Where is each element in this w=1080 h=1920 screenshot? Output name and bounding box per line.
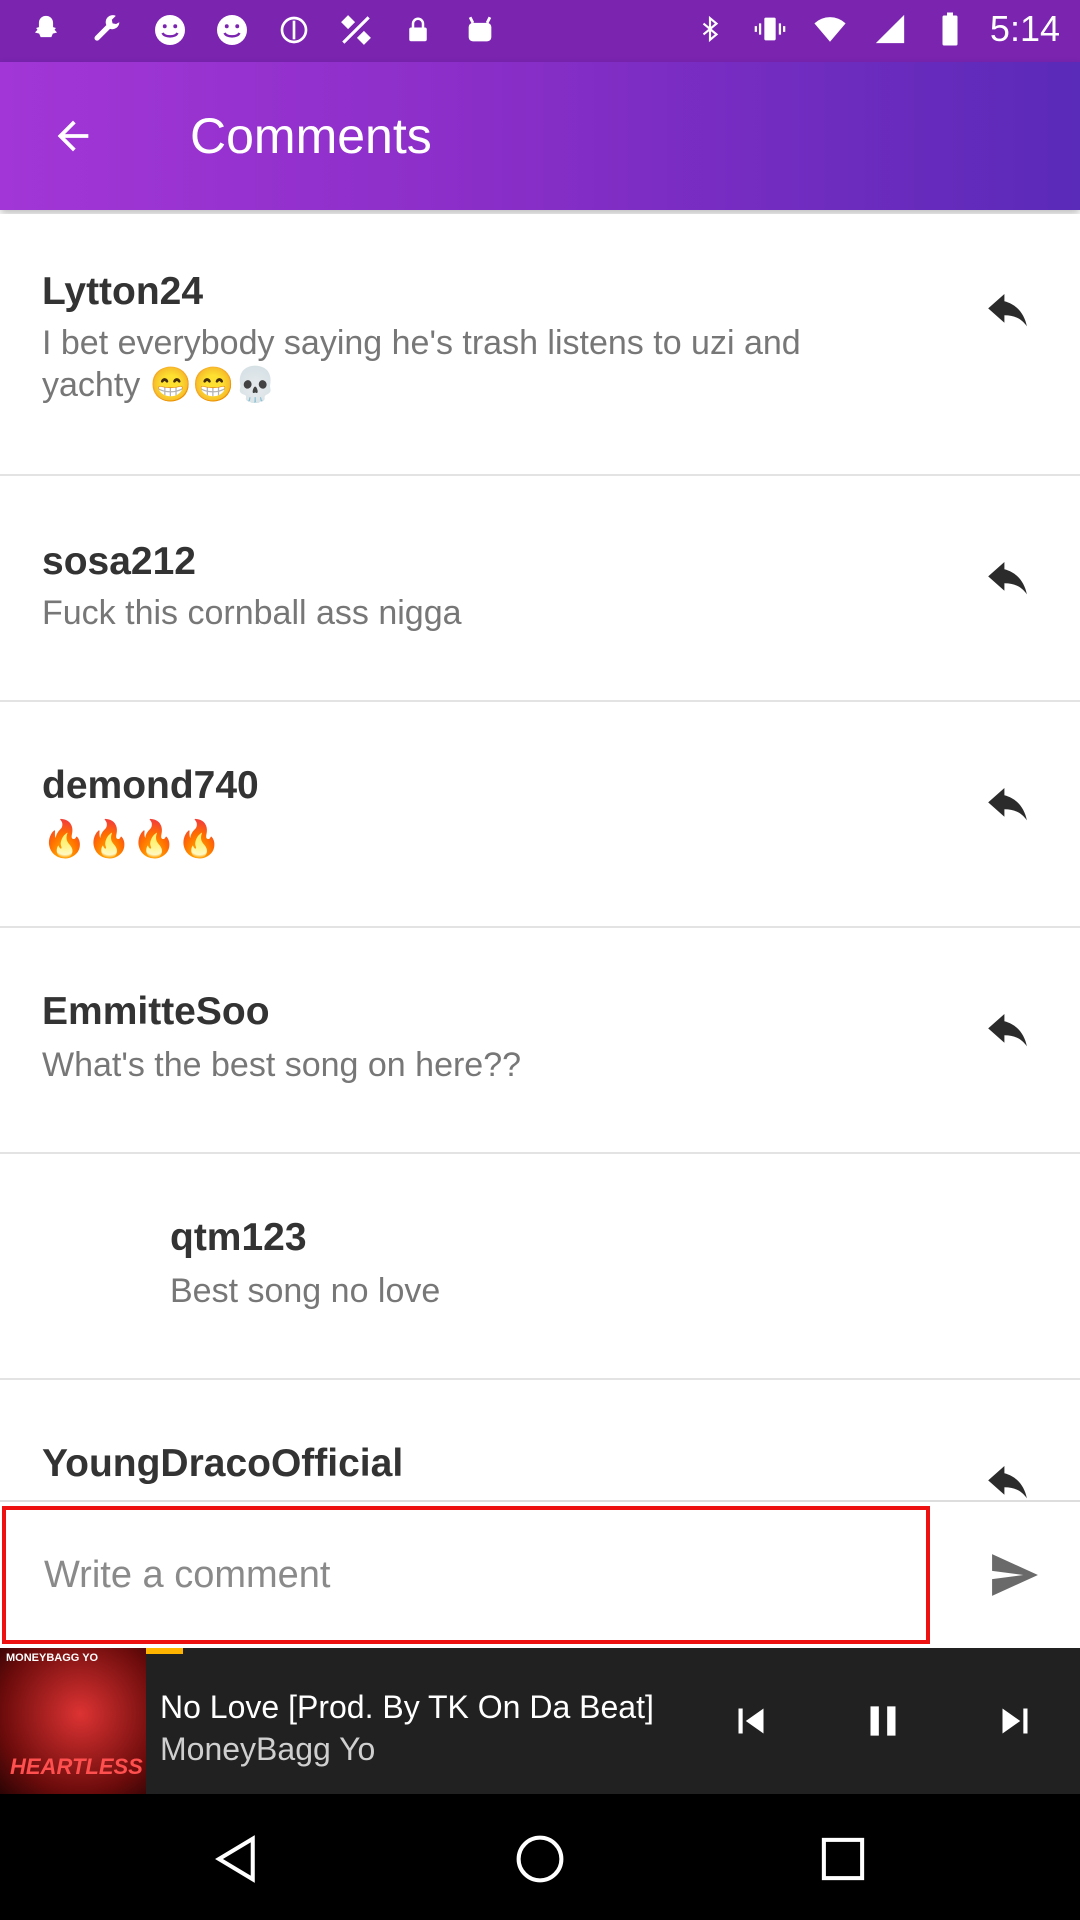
- vibrate-icon: [750, 9, 790, 49]
- status-system-icons: 5:14: [690, 8, 1060, 50]
- reply-icon[interactable]: [986, 562, 1030, 598]
- comment-list: Lytton24 I bet everybody saying he's tra…: [0, 214, 1080, 1520]
- arrow-back-icon: [57, 120, 89, 152]
- previous-icon[interactable]: [726, 1696, 776, 1746]
- comment-item: demond740 🔥🔥🔥🔥: [0, 702, 1080, 928]
- fake-gps-icon: [336, 10, 376, 50]
- app-bar: Comments: [0, 62, 1080, 210]
- comment-composer: Write a comment: [0, 1500, 1080, 1650]
- wifi-icon: [810, 9, 850, 49]
- nav-home-icon[interactable]: [513, 1832, 567, 1886]
- comment-text: What's the best song on here??: [42, 1046, 522, 1084]
- system-nav-bar: [0, 1794, 1080, 1920]
- battery-icon: [930, 9, 970, 49]
- bluetooth-icon: [690, 9, 730, 49]
- lock-icon: [398, 10, 438, 50]
- comment-item: EmmitteSoo What's the best song on here?…: [0, 928, 1080, 1154]
- comment-text: I bet everybody saying he's trash listen…: [42, 324, 801, 404]
- comment-username[interactable]: sosa212: [42, 540, 196, 584]
- comment-input[interactable]: Write a comment: [2, 1506, 930, 1644]
- mini-player[interactable]: MONEYBAGG YO HEARTLESS No Love [Prod. By…: [0, 1648, 1080, 1794]
- snapchat-icon: [26, 10, 66, 50]
- next-icon[interactable]: [990, 1696, 1040, 1746]
- comment-text: Best song no love: [170, 1272, 441, 1310]
- album-cover-title: HEARTLESS: [10, 1754, 143, 1779]
- pause-icon[interactable]: [858, 1696, 908, 1746]
- signal-icon: [870, 9, 910, 49]
- album-cover-artist: MONEYBAGG YO: [6, 1652, 99, 1664]
- reply-icon[interactable]: [986, 1466, 1030, 1502]
- reply-comment-item: qtm123 Best song no love: [0, 1154, 1080, 1380]
- reply-icon[interactable]: [986, 294, 1030, 330]
- song-artist: MoneyBagg Yo: [160, 1731, 376, 1767]
- comment-text: 🔥🔥🔥🔥: [42, 818, 222, 859]
- album-cover[interactable]: MONEYBAGG YO HEARTLESS: [0, 1648, 146, 1794]
- nav-recents-icon[interactable]: [816, 1832, 870, 1886]
- page-title: Comments: [190, 108, 432, 164]
- comment-item: Lytton24 I bet everybody saying he's tra…: [0, 214, 1080, 476]
- comment-username[interactable]: YoungDracoOfficial: [42, 1442, 403, 1486]
- status-bar: 5:14: [0, 0, 1080, 62]
- comment-username[interactable]: demond740: [42, 764, 259, 808]
- comment-item: YoungDracoOfficial: [0, 1380, 1080, 1520]
- playback-progress: [146, 1648, 183, 1654]
- send-icon[interactable]: [990, 1554, 1040, 1596]
- back-button[interactable]: [38, 106, 108, 166]
- nav-back-icon[interactable]: [210, 1832, 264, 1886]
- smiley-icon: [150, 10, 190, 50]
- comment-text: Fuck this cornball ass nigga: [42, 594, 462, 632]
- reply-icon[interactable]: [986, 788, 1030, 824]
- status-notification-icons: [26, 10, 500, 50]
- comment-username[interactable]: Lytton24: [42, 270, 203, 314]
- android-icon: [460, 10, 500, 50]
- smiley-icon: [212, 10, 252, 50]
- comment-item: sosa212 Fuck this cornball ass nigga: [0, 476, 1080, 702]
- wrench-icon: [88, 10, 128, 50]
- reply-icon[interactable]: [986, 1014, 1030, 1050]
- now-playing[interactable]: No Love [Prod. By TK On Da Beat] MoneyBa…: [160, 1686, 680, 1770]
- comment-username[interactable]: EmmitteSoo: [42, 990, 270, 1034]
- clock: 5:14: [989, 8, 1060, 49]
- cast-icon: [274, 10, 314, 50]
- song-title: No Love [Prod. By TK On Da Beat]: [160, 1689, 654, 1725]
- comment-username[interactable]: qtm123: [170, 1216, 307, 1260]
